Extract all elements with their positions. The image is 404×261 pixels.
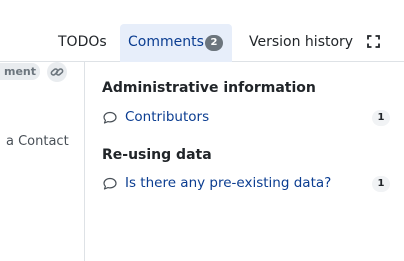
comment-icon	[103, 111, 117, 124]
tab-version-history-label: Version history	[249, 34, 354, 50]
comment-count-badge: 1	[372, 110, 390, 126]
tab-version-history[interactable]: Version history	[240, 24, 362, 62]
comments-count-badge: 2	[205, 35, 223, 51]
left-panel-badge: ment	[0, 63, 40, 80]
fullscreen-icon[interactable]	[367, 35, 380, 48]
section-title-administrative: Administrative information	[102, 80, 316, 96]
comment-count-badge: 1	[372, 176, 390, 192]
left-panel-badge-text: ment	[3, 65, 36, 78]
tab-comments[interactable]: Comments 2	[120, 24, 232, 62]
comment-icon	[103, 177, 117, 190]
tab-comments-label: Comments	[128, 34, 204, 50]
comment-thread-item[interactable]: Contributors 1	[102, 108, 392, 128]
link-button[interactable]	[47, 62, 67, 82]
section-title-reusing-data: Re-using data	[102, 147, 212, 163]
panel-divider	[84, 62, 85, 261]
comment-thread-item[interactable]: Is there any pre-existing data? 1	[102, 174, 392, 194]
link-icon	[50, 68, 64, 76]
tab-todos-label: TODOs	[58, 34, 107, 50]
tab-todos[interactable]: TODOs	[49, 24, 116, 62]
comment-thread-link[interactable]: Contributors	[125, 109, 209, 125]
top-tab-bar: TODOs Comments 2 Version history	[0, 0, 404, 62]
comment-thread-link[interactable]: Is there any pre-existing data?	[125, 175, 331, 191]
left-panel-contact-text: a Contact	[6, 134, 69, 149]
